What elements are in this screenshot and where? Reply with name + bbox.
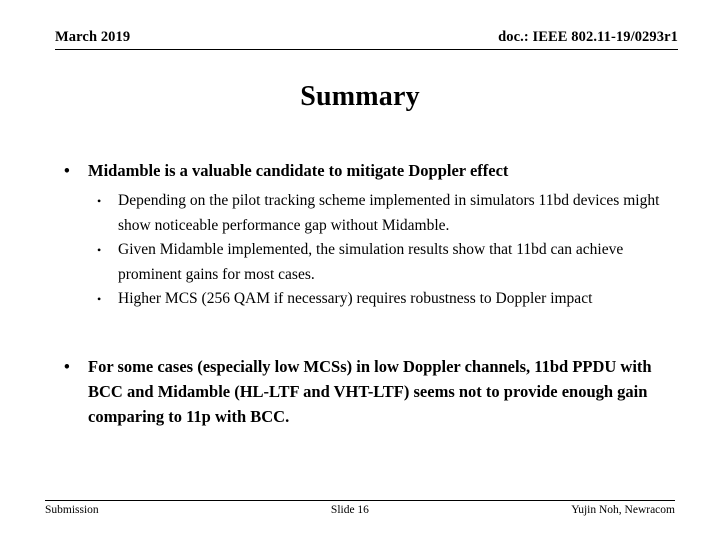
bullet-marker-icon: • — [64, 161, 70, 180]
footer-submission-label: Submission — [45, 504, 99, 516]
bullet-level2-text: Higher MCS (256 QAM if necessary) requir… — [118, 290, 593, 307]
sub-bullet-marker-icon: • — [97, 243, 102, 257]
bullet-level2: • Given Midamble implemented, the simula… — [0, 238, 720, 287]
footer-row: Submission Slide 16 Yujin Noh, Newracom — [45, 504, 675, 516]
header-date: March 2019 — [55, 29, 131, 45]
sub-bullet-marker-icon: • — [97, 292, 102, 306]
page-title: Summary — [300, 81, 420, 112]
slide-header: March 2019 doc.: IEEE 802.11-19/0293r1 — [55, 22, 678, 52]
footer-divider — [45, 500, 675, 501]
footer-author: Yujin Noh, Newracom — [571, 504, 675, 516]
bullet-level1: • For some cases (especially low MCSs) i… — [0, 354, 720, 429]
footer-slide-number: Slide 16 — [330, 504, 369, 516]
bullet-level1-text: Midamble is a valuable candidate to miti… — [88, 161, 509, 180]
sub-bullet-marker-icon: • — [97, 194, 102, 208]
slide-content: • Midamble is a valuable candidate to mi… — [0, 158, 720, 429]
bullet-level1: • Midamble is a valuable candidate to mi… — [0, 158, 720, 183]
slide-footer: Submission Slide 16 Yujin Noh, Newracom — [45, 500, 675, 516]
slide-canvas: March 2019 doc.: IEEE 802.11-19/0293r1 S… — [0, 0, 720, 540]
bullet-level2-text: Given Midamble implemented, the simulati… — [118, 241, 624, 283]
bullet-marker-icon: • — [64, 356, 70, 376]
bullet-level1-text: For some cases (especially low MCSs) in … — [88, 356, 652, 426]
header-row: March 2019 doc.: IEEE 802.11-19/0293r1 — [55, 22, 678, 46]
sub-bullet-list: • Depending on the pilot tracking scheme… — [0, 189, 720, 312]
bullet-level2: • Depending on the pilot tracking scheme… — [0, 189, 720, 238]
header-divider — [55, 49, 678, 50]
bullet-level2-text: Depending on the pilot tracking scheme i… — [118, 192, 660, 234]
header-document-id: doc.: IEEE 802.11-19/0293r1 — [498, 29, 678, 45]
bullet-level2: • Higher MCS (256 QAM if necessary) requ… — [0, 287, 720, 312]
